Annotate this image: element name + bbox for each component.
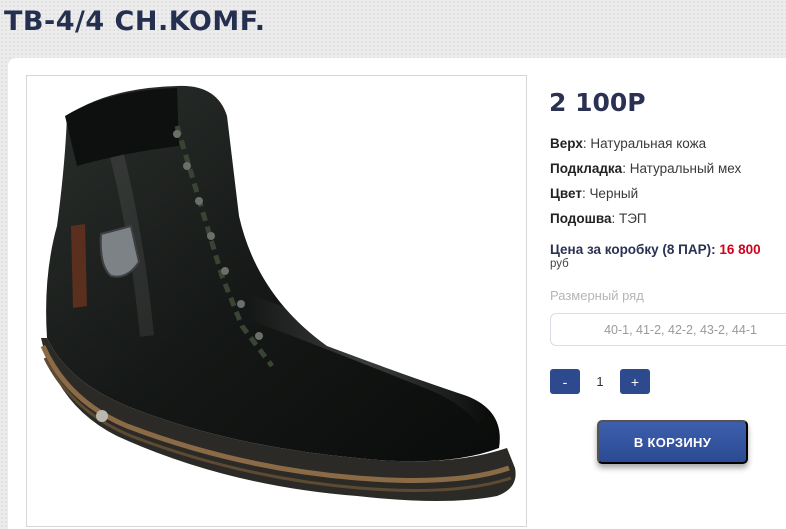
spec-upper: Верх: Натуральная кожа [550,136,706,151]
box-price-unit: руб [550,258,569,270]
spec-value: : Натуральный мех [622,161,742,176]
spec-sole: Подошва: ТЭП [550,211,647,226]
spec-value: : Натуральная кожа [582,136,707,151]
spec-color: Цвет: Черный [550,186,638,201]
box-price: Цена за коробку (8 ПАР): 16 800 [550,242,761,257]
add-to-cart-button[interactable]: В КОРЗИНУ [597,420,748,464]
product-price: 2 100Р [549,88,646,117]
box-price-value: 16 800 [719,242,761,257]
spec-value: : ТЭП [611,211,647,226]
spec-lining: Подкладка: Натуральный мех [550,161,741,176]
spec-label: Подошва [550,211,612,226]
product-image[interactable] [26,75,527,527]
spec-label: Цвет [550,186,582,201]
quantity-decrease-button[interactable]: - [550,369,580,394]
spec-value: : Черный [581,186,639,201]
quantity-increase-button[interactable]: + [620,369,650,394]
quantity-input[interactable]: 1 [584,369,616,394]
size-range-label: Размерный ряд [550,288,644,303]
size-range-field[interactable]: 40-1, 41-2, 42-2, 43-2, 44-1 [550,313,786,346]
box-price-label: Цена за коробку (8 ПАР): [550,242,720,257]
boot-image [40,85,516,501]
spec-label: Верх [550,136,583,151]
page-title: ТВ-4/4 CH.KOMF. [4,6,266,37]
spec-label: Подкладка [550,161,623,176]
